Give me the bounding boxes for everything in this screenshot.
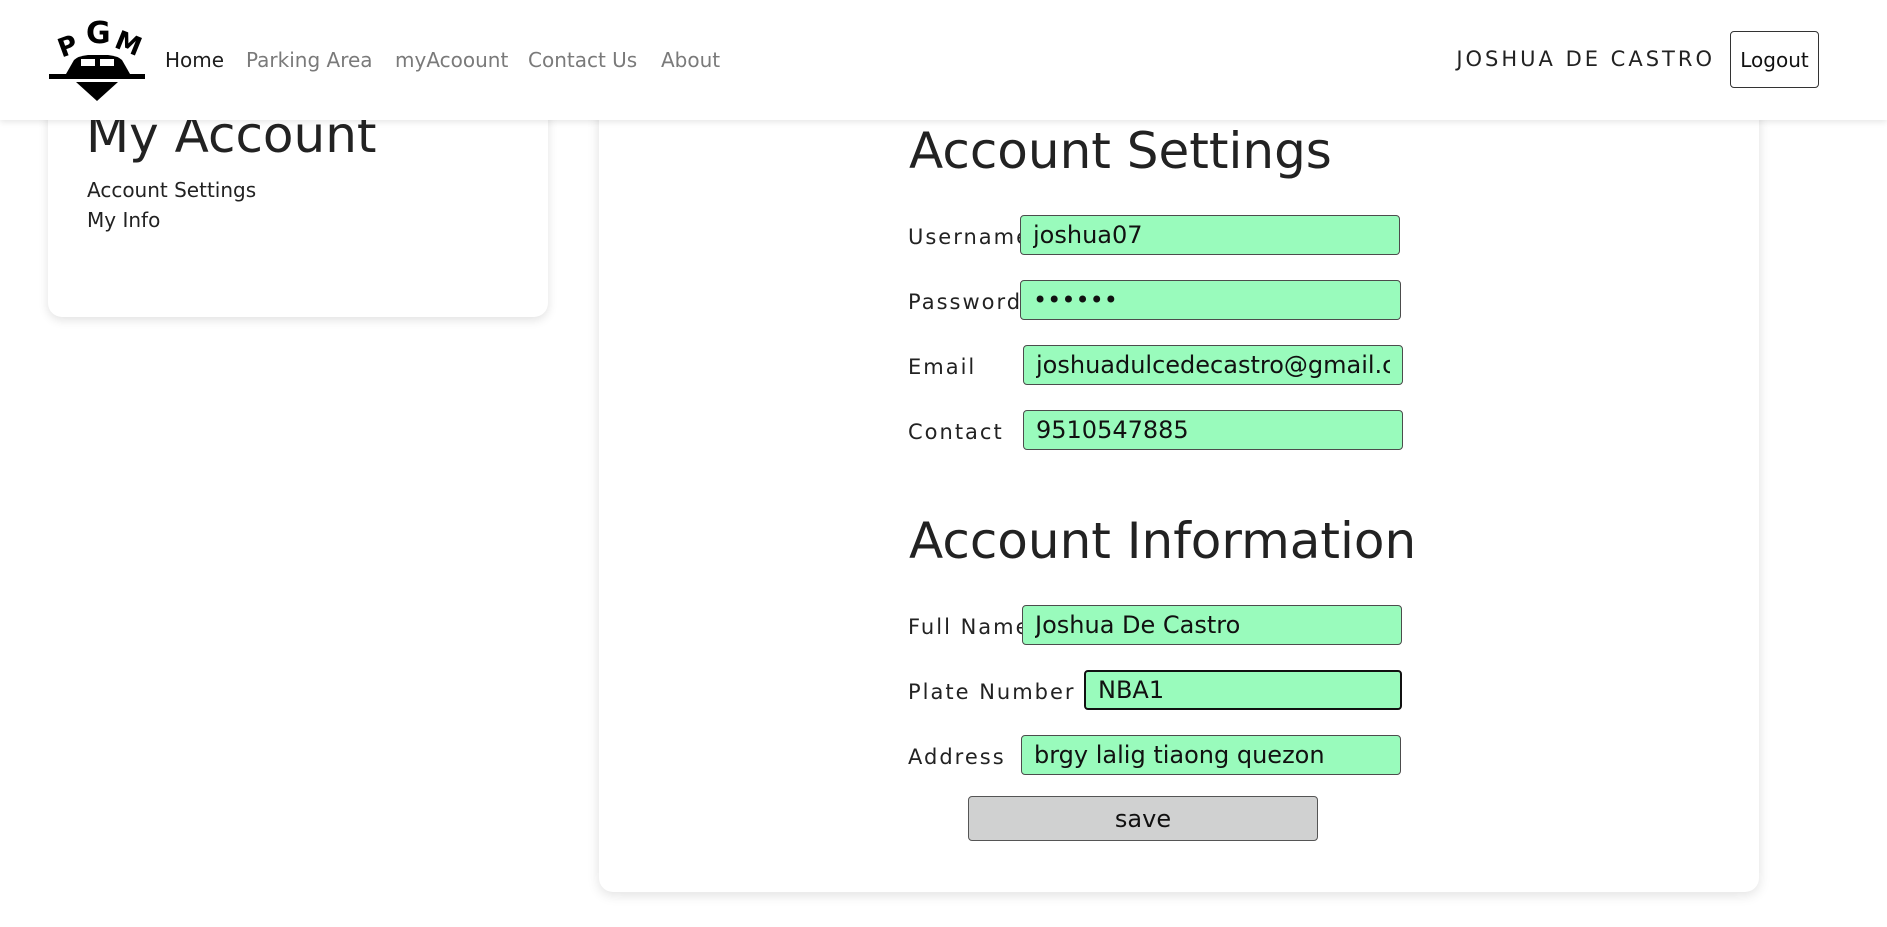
nav-link-my-account[interactable]: myAcoount — [395, 48, 508, 72]
user-name: JOSHUA DE CASTRO — [1456, 47, 1715, 71]
email-label: Email — [908, 355, 977, 379]
username-input[interactable] — [1020, 215, 1400, 255]
contact-input[interactable] — [1023, 410, 1403, 450]
account-settings-title: Account Settings — [909, 122, 1332, 180]
fullname-label: Full Name — [908, 615, 1031, 639]
email-input[interactable] — [1023, 345, 1403, 385]
nav-link-contact-us[interactable]: Contact Us — [528, 48, 637, 72]
plate-number-label: Plate Number — [908, 680, 1076, 704]
logout-button[interactable]: Logout — [1730, 31, 1819, 88]
password-input[interactable] — [1020, 280, 1401, 320]
nav-link-home[interactable]: Home — [165, 48, 224, 72]
address-input[interactable] — [1021, 735, 1401, 775]
save-button[interactable]: save — [968, 796, 1318, 841]
plate-number-input[interactable] — [1084, 670, 1402, 710]
account-information-title: Account Information — [909, 512, 1417, 570]
pgm-parking-logo-icon[interactable]: P G M — [48, 16, 146, 102]
logo-graphic: P G M — [49, 16, 146, 101]
nav-link-parking-area[interactable]: Parking Area — [246, 48, 373, 72]
nav-link-about[interactable]: About — [661, 48, 720, 72]
sidebar-item-account-settings[interactable]: Account Settings — [87, 178, 256, 202]
password-label: Password — [908, 290, 1023, 314]
address-label: Address — [908, 745, 1006, 769]
svg-text:G: G — [86, 16, 111, 51]
top-navbar: P G M Home Parking Area myAcoount Contac… — [0, 0, 1887, 120]
fullname-input[interactable] — [1022, 605, 1402, 645]
sidebar-item-my-info[interactable]: My Info — [87, 208, 160, 232]
contact-label: Contact — [908, 420, 1004, 444]
username-label: Username — [908, 225, 1032, 249]
